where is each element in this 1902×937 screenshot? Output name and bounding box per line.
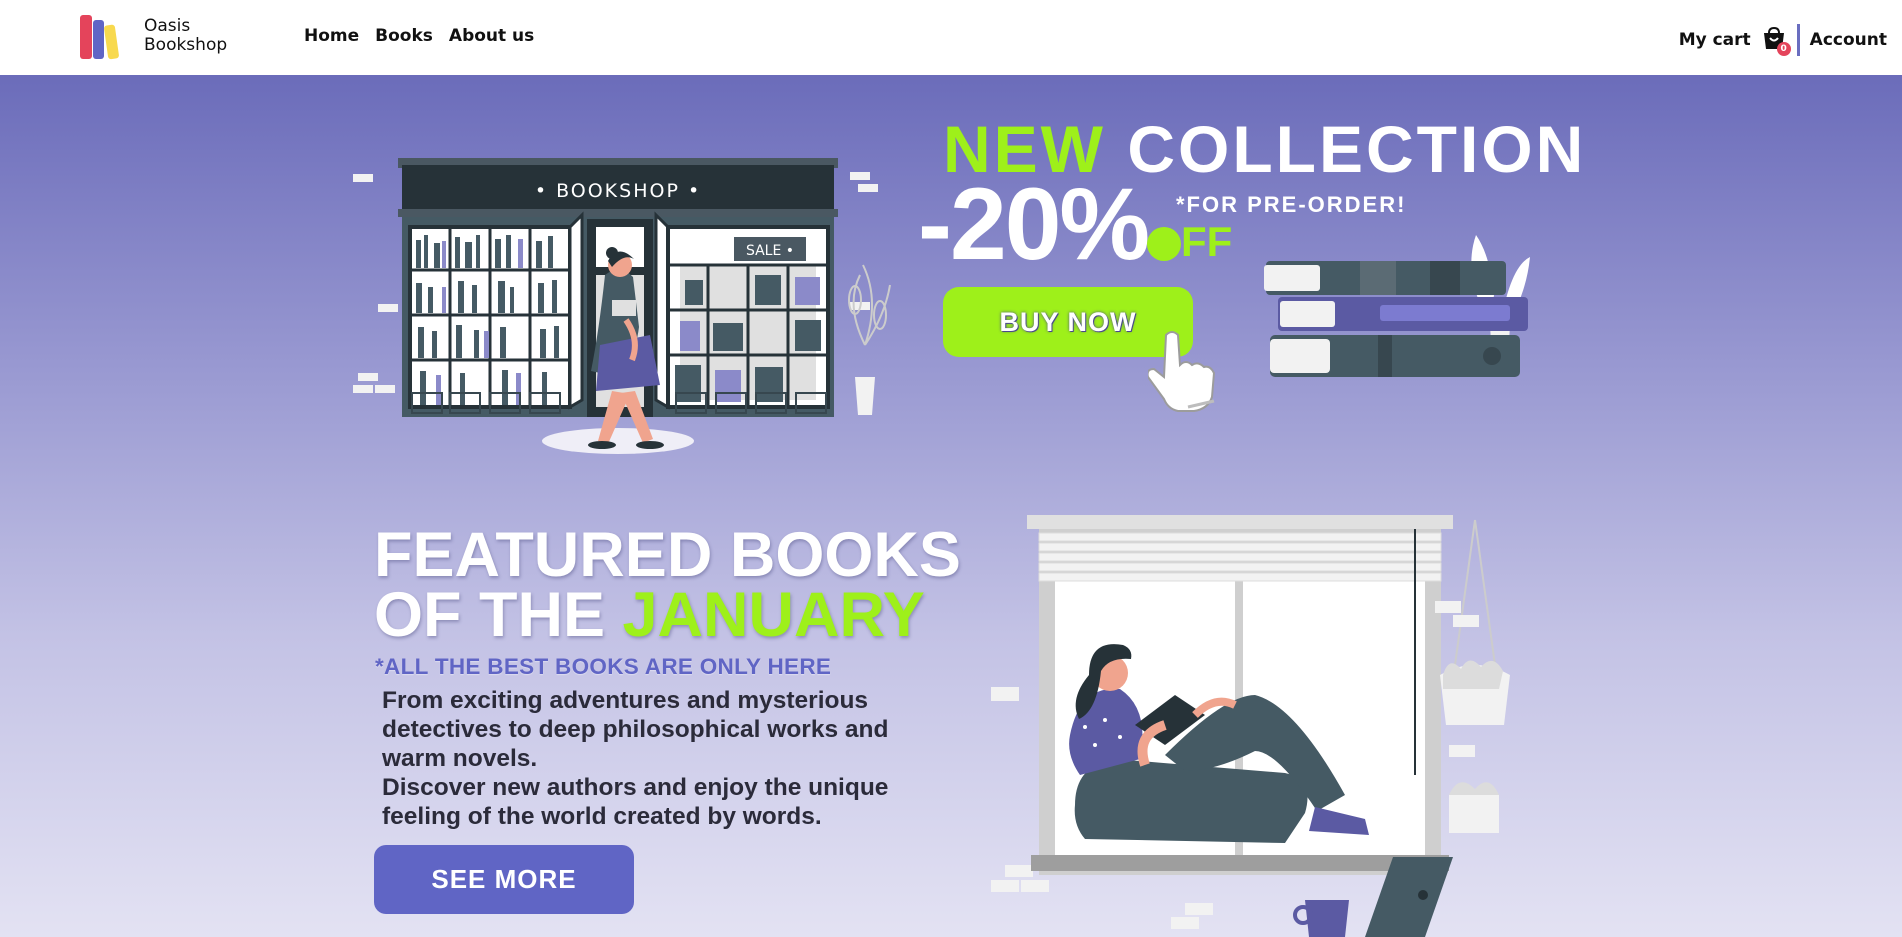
see-more-button[interactable]: SEE MORE [374, 845, 634, 914]
promo-title-rest: COLLECTION [1127, 112, 1587, 186]
hero-section: • BOOKSHOP • SALE • NEW COLLECTION -20% … [0, 75, 1902, 937]
featured-title-prefix: OF THE [374, 580, 605, 650]
cart-icon[interactable]: 0 [1761, 26, 1791, 56]
nav-divider [1796, 24, 1800, 56]
featured-desc-line: feeling of the world created by words. [382, 803, 822, 830]
account-link[interactable]: Account [1810, 30, 1887, 50]
books-stack-illustration [1264, 235, 1530, 377]
featured-title-line1: FEATURED BOOKS [374, 520, 961, 590]
nav-about-us[interactable]: About us [449, 26, 534, 46]
featured-description: From exciting adventures and mysterious … [382, 686, 942, 831]
brand-name[interactable]: Oasis Bookshop [144, 17, 227, 55]
shop-sign-text: • BOOKSHOP • [535, 180, 701, 202]
nav-books[interactable]: Books [375, 26, 433, 46]
hanging-plants [1435, 519, 1510, 833]
pointer-hand-icon [1148, 331, 1216, 412]
featured-desc-line: From exciting adventures and mysterious [382, 687, 869, 714]
woman-reading-illustration [991, 515, 1510, 937]
discount-value: -20% [918, 167, 1150, 281]
site-header: Oasis Bookshop Home Books About us My ca… [0, 0, 1902, 75]
my-cart-link[interactable]: My cart [1679, 30, 1751, 50]
logo-icon[interactable] [80, 14, 126, 60]
nav-home[interactable]: Home [304, 26, 359, 46]
bookshop-illustration: • BOOKSHOP • SALE • [353, 158, 891, 454]
potted-plant [848, 264, 891, 415]
featured-desc-line: Discover new authors and enjoy the uniqu… [382, 774, 889, 801]
brand-line2: Bookshop [144, 35, 228, 55]
brand-line1: Oasis [144, 16, 191, 36]
main-nav: Home Books About us [304, 26, 534, 46]
featured-subtitle: *ALL THE BEST BOOKS ARE ONLY HERE [375, 654, 832, 679]
off-dot [1147, 227, 1181, 261]
featured-title-highlight: JANUARY [622, 580, 925, 650]
featured-title-line2: OF THE JANUARY [374, 584, 961, 647]
featured-desc-line: detectives to deep philosophical works a… [382, 716, 889, 743]
user-nav: My cart 0 Account [1679, 24, 1887, 56]
off-label: FF [1181, 218, 1233, 265]
featured-desc-line: warm novels. [382, 745, 538, 772]
featured-title: FEATURED BOOKS OF THE JANUARY [374, 520, 961, 647]
cart-count-badge: 0 [1776, 42, 1791, 56]
sale-tag-text: SALE • [746, 243, 794, 259]
